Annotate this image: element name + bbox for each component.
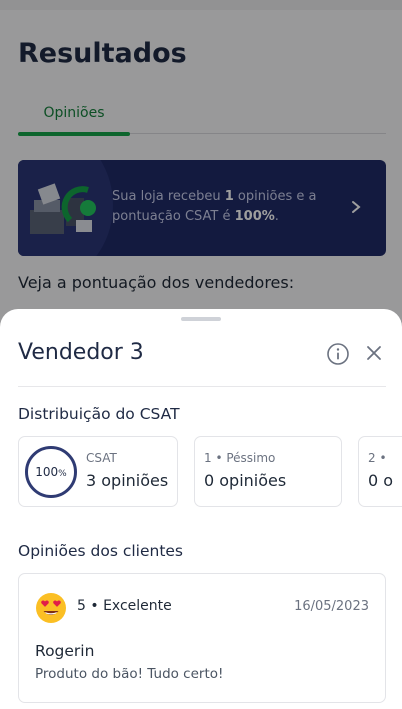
- reviewer-name: Rogerin: [35, 642, 95, 660]
- review-date: 16/05/2023: [294, 599, 369, 614]
- gauge-unit: %: [58, 469, 67, 479]
- card-label: 1 • Péssimo: [204, 451, 276, 465]
- card-value: 0 opiniões: [204, 471, 287, 490]
- card-label: CSAT: [86, 451, 117, 465]
- gauge-number: 100: [35, 465, 59, 479]
- csat-distribution-heading: Distribuição do CSAT: [18, 405, 180, 423]
- csat-cards-carousel[interactable]: 100% CSAT 3 opiniões 1 • Péssimo 0 opini…: [18, 436, 402, 508]
- gauge-value: 100%: [28, 465, 74, 479]
- info-icon[interactable]: [326, 342, 350, 366]
- sheet-title: Vendedor 3: [18, 340, 144, 365]
- header-divider: [18, 386, 386, 387]
- seller-bottom-sheet: Vendedor 3 Distribuição do CSAT 100% CSA…: [0, 309, 402, 709]
- csat-card-ruim[interactable]: 2 • 0 o: [358, 436, 402, 507]
- customer-opinions-heading: Opiniões dos clientes: [18, 542, 184, 560]
- review-card[interactable]: 5 • Excelente 16/05/2023 Rogerin Produto…: [18, 573, 386, 703]
- csat-gauge: 100%: [25, 446, 77, 498]
- close-icon[interactable]: [363, 342, 385, 364]
- heart-eyes-emoji-icon: [36, 593, 66, 623]
- card-value: 0 o: [368, 471, 394, 490]
- review-comment: Produto do bão! Tudo certo!: [35, 666, 224, 682]
- csat-card-overall[interactable]: 100% CSAT 3 opiniões: [18, 436, 178, 507]
- card-label: 2 •: [368, 451, 387, 465]
- card-value: 3 opiniões: [86, 471, 169, 490]
- csat-card-pessimo[interactable]: 1 • Péssimo 0 opiniões: [194, 436, 342, 507]
- review-rating: 5 • Excelente: [77, 598, 172, 614]
- drag-handle[interactable]: [181, 317, 221, 321]
